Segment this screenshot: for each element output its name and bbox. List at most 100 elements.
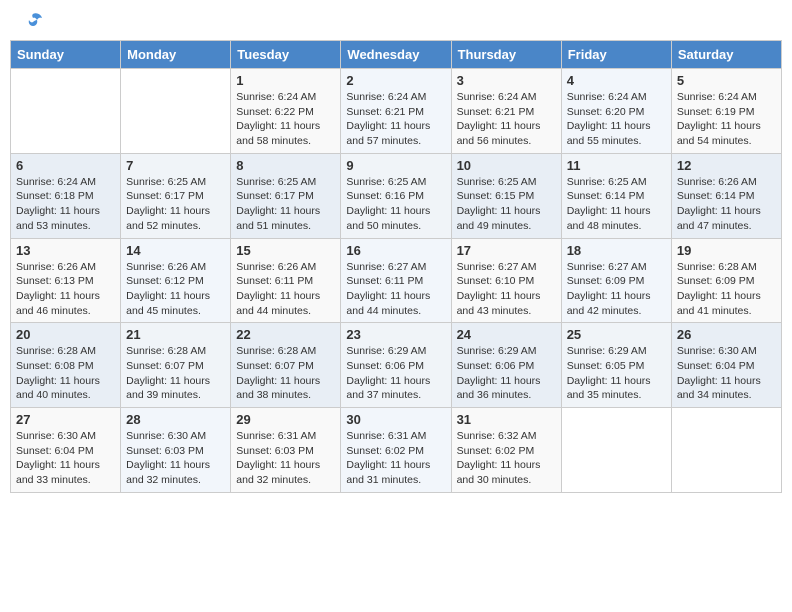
header-day-tuesday: Tuesday	[231, 41, 341, 69]
day-info: Sunrise: 6:25 AMSunset: 6:14 PMDaylight:…	[567, 175, 666, 234]
day-number: 4	[567, 73, 666, 88]
day-cell: 5 Sunrise: 6:24 AMSunset: 6:19 PMDaylight…	[671, 69, 781, 154]
header-row: SundayMondayTuesdayWednesdayThursdayFrid…	[11, 41, 782, 69]
day-info: Sunrise: 6:30 AMSunset: 6:04 PMDaylight:…	[16, 429, 115, 488]
day-cell: 15Sunrise: 6:26 AMSunset: 6:11 PMDayligh…	[231, 238, 341, 323]
day-cell: 17Sunrise: 6:27 AMSunset: 6:10 PMDayligh…	[451, 238, 561, 323]
day-number: 20	[16, 327, 115, 342]
day-info: Sunrise: 6:24 AMSunset: 6:20 PMDaylight:…	[567, 90, 666, 149]
day-info: Sunrise: 6:28 AMSunset: 6:08 PMDaylight:…	[16, 344, 115, 403]
day-number: 27	[16, 412, 115, 427]
day-number: 25	[567, 327, 666, 342]
header-day-saturday: Saturday	[671, 41, 781, 69]
day-info: Sunrise: 6:30 AMSunset: 6:03 PMDaylight:…	[126, 429, 225, 488]
day-cell: 19Sunrise: 6:28 AMSunset: 6:09 PMDayligh…	[671, 238, 781, 323]
day-cell: 10 Sunrise: 6:25 AMSunset: 6:15 PMDayligh…	[451, 153, 561, 238]
day-info: Sunrise: 6:26 AMSunset: 6:13 PMDaylight:…	[16, 260, 115, 319]
page-header	[10, 10, 782, 32]
day-cell	[121, 69, 231, 154]
day-cell: 1 Sunrise: 6:24 AMSunset: 6:22 PMDaylight…	[231, 69, 341, 154]
day-cell: 27 Sunrise: 6:30 AMSunset: 6:04 PMDayligh…	[11, 408, 121, 493]
day-number: 7	[126, 158, 225, 173]
day-number: 1	[236, 73, 335, 88]
day-cell: 23Sunrise: 6:29 AMSunset: 6:06 PMDayligh…	[341, 323, 451, 408]
header-day-sunday: Sunday	[11, 41, 121, 69]
header-day-friday: Friday	[561, 41, 671, 69]
day-info: Sunrise: 6:26 AMSunset: 6:14 PMDaylight:…	[677, 175, 776, 234]
day-cell: 12Sunrise: 6:26 AMSunset: 6:14 PMDayligh…	[671, 153, 781, 238]
day-number: 23	[346, 327, 445, 342]
day-info: Sunrise: 6:25 AMSunset: 6:17 PMDaylight:…	[126, 175, 225, 234]
day-cell: 13 Sunrise: 6:26 AMSunset: 6:13 PMDayligh…	[11, 238, 121, 323]
day-number: 19	[677, 243, 776, 258]
day-cell: 4 Sunrise: 6:24 AMSunset: 6:20 PMDaylight…	[561, 69, 671, 154]
day-cell: 29 Sunrise: 6:31 AMSunset: 6:03 PMDayligh…	[231, 408, 341, 493]
day-info: Sunrise: 6:31 AMSunset: 6:02 PMDaylight:…	[346, 429, 445, 488]
day-cell: 16 Sunrise: 6:27 AMSunset: 6:11 PMDayligh…	[341, 238, 451, 323]
day-number: 6	[16, 158, 115, 173]
day-number: 3	[457, 73, 556, 88]
day-number: 18	[567, 243, 666, 258]
day-cell: 18 Sunrise: 6:27 AMSunset: 6:09 PMDayligh…	[561, 238, 671, 323]
day-cell: 14Sunrise: 6:26 AMSunset: 6:12 PMDayligh…	[121, 238, 231, 323]
day-number: 16	[346, 243, 445, 258]
day-number: 22	[236, 327, 335, 342]
calendar-table: SundayMondayTuesdayWednesdayThursdayFrid…	[10, 40, 782, 493]
day-cell: 2 Sunrise: 6:24 AMSunset: 6:21 PMDaylight…	[341, 69, 451, 154]
day-info: Sunrise: 6:24 AMSunset: 6:18 PMDaylight:…	[16, 175, 115, 234]
day-number: 14	[126, 243, 225, 258]
day-info: Sunrise: 6:25 AMSunset: 6:16 PMDaylight:…	[346, 175, 445, 234]
day-info: Sunrise: 6:24 AMSunset: 6:21 PMDaylight:…	[457, 90, 556, 149]
day-number: 5	[677, 73, 776, 88]
day-info: Sunrise: 6:30 AMSunset: 6:04 PMDaylight:…	[677, 344, 776, 403]
day-info: Sunrise: 6:24 AMSunset: 6:21 PMDaylight:…	[346, 90, 445, 149]
day-info: Sunrise: 6:27 AMSunset: 6:11 PMDaylight:…	[346, 260, 445, 319]
day-number: 13	[16, 243, 115, 258]
header-day-thursday: Thursday	[451, 41, 561, 69]
day-number: 21	[126, 327, 225, 342]
day-cell: 8Sunrise: 6:25 AMSunset: 6:17 PMDaylight…	[231, 153, 341, 238]
logo	[20, 10, 44, 32]
week-row-3: 13 Sunrise: 6:26 AMSunset: 6:13 PMDayligh…	[11, 238, 782, 323]
day-info: Sunrise: 6:31 AMSunset: 6:03 PMDaylight:…	[236, 429, 335, 488]
day-number: 29	[236, 412, 335, 427]
day-cell: 11Sunrise: 6:25 AMSunset: 6:14 PMDayligh…	[561, 153, 671, 238]
day-number: 10	[457, 158, 556, 173]
day-cell: 21 Sunrise: 6:28 AMSunset: 6:07 PMDayligh…	[121, 323, 231, 408]
week-row-2: 6 Sunrise: 6:24 AMSunset: 6:18 PMDaylight…	[11, 153, 782, 238]
day-number: 2	[346, 73, 445, 88]
day-info: Sunrise: 6:29 AMSunset: 6:05 PMDaylight:…	[567, 344, 666, 403]
day-info: Sunrise: 6:29 AMSunset: 6:06 PMDaylight:…	[457, 344, 556, 403]
day-info: Sunrise: 6:28 AMSunset: 6:07 PMDaylight:…	[236, 344, 335, 403]
day-cell: 20 Sunrise: 6:28 AMSunset: 6:08 PMDayligh…	[11, 323, 121, 408]
day-cell: 3 Sunrise: 6:24 AMSunset: 6:21 PMDaylight…	[451, 69, 561, 154]
day-cell: 28Sunrise: 6:30 AMSunset: 6:03 PMDayligh…	[121, 408, 231, 493]
day-cell	[11, 69, 121, 154]
day-info: Sunrise: 6:25 AMSunset: 6:15 PMDaylight:…	[457, 175, 556, 234]
day-cell: 25 Sunrise: 6:29 AMSunset: 6:05 PMDayligh…	[561, 323, 671, 408]
header-day-wednesday: Wednesday	[341, 41, 451, 69]
day-cell: 24Sunrise: 6:29 AMSunset: 6:06 PMDayligh…	[451, 323, 561, 408]
day-info: Sunrise: 6:24 AMSunset: 6:19 PMDaylight:…	[677, 90, 776, 149]
day-cell: 30 Sunrise: 6:31 AMSunset: 6:02 PMDayligh…	[341, 408, 451, 493]
day-info: Sunrise: 6:24 AMSunset: 6:22 PMDaylight:…	[236, 90, 335, 149]
day-cell: 9 Sunrise: 6:25 AMSunset: 6:16 PMDaylight…	[341, 153, 451, 238]
day-cell	[561, 408, 671, 493]
logo-bird-icon	[22, 10, 44, 32]
week-row-1: 1 Sunrise: 6:24 AMSunset: 6:22 PMDaylight…	[11, 69, 782, 154]
day-info: Sunrise: 6:32 AMSunset: 6:02 PMDaylight:…	[457, 429, 556, 488]
day-info: Sunrise: 6:28 AMSunset: 6:07 PMDaylight:…	[126, 344, 225, 403]
day-number: 17	[457, 243, 556, 258]
week-row-4: 20 Sunrise: 6:28 AMSunset: 6:08 PMDayligh…	[11, 323, 782, 408]
day-info: Sunrise: 6:26 AMSunset: 6:11 PMDaylight:…	[236, 260, 335, 319]
day-number: 30	[346, 412, 445, 427]
day-info: Sunrise: 6:27 AMSunset: 6:09 PMDaylight:…	[567, 260, 666, 319]
day-cell: 26Sunrise: 6:30 AMSunset: 6:04 PMDayligh…	[671, 323, 781, 408]
header-day-monday: Monday	[121, 41, 231, 69]
day-cell: 22 Sunrise: 6:28 AMSunset: 6:07 PMDayligh…	[231, 323, 341, 408]
day-number: 9	[346, 158, 445, 173]
day-cell: 6 Sunrise: 6:24 AMSunset: 6:18 PMDaylight…	[11, 153, 121, 238]
day-cell	[671, 408, 781, 493]
day-number: 31	[457, 412, 556, 427]
week-row-5: 27 Sunrise: 6:30 AMSunset: 6:04 PMDayligh…	[11, 408, 782, 493]
